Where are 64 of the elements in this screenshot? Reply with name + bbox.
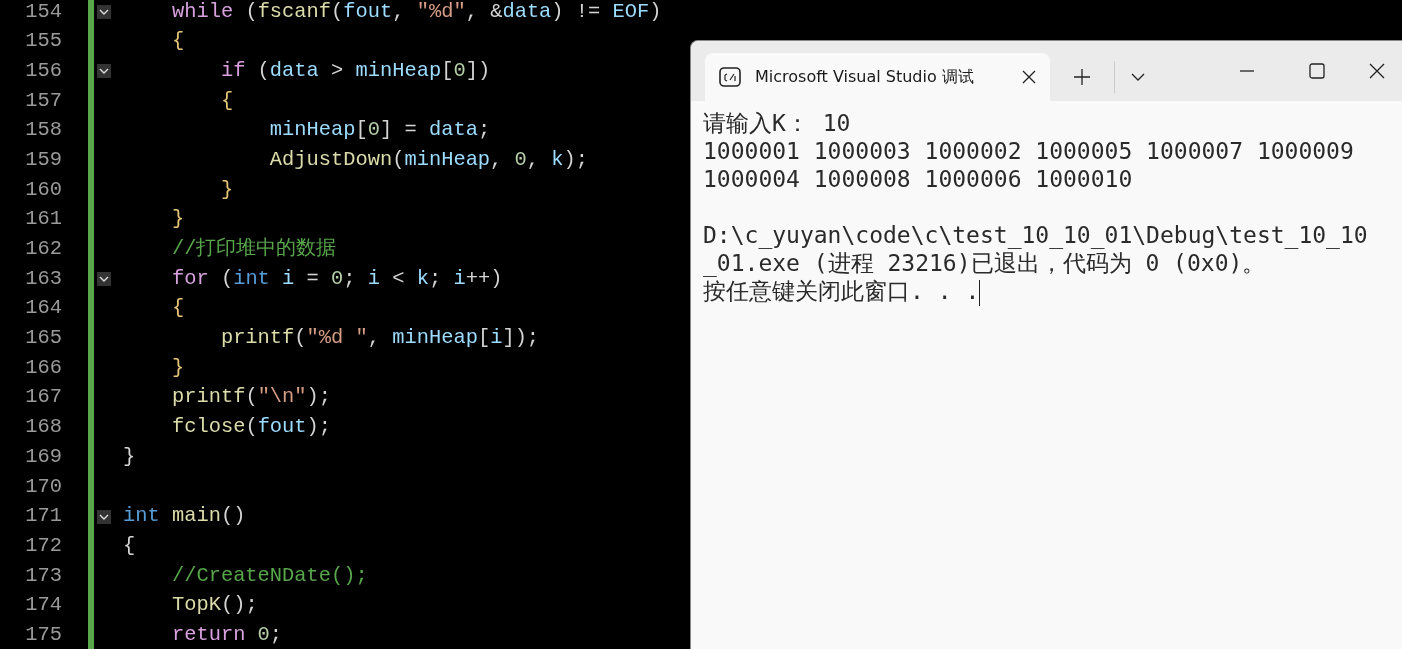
code-line: { xyxy=(170,28,185,55)
console-output-line: 1000001 1000003 1000002 1000005 1000007 1000009 xyxy=(703,138,1354,164)
line-number: 159 xyxy=(25,147,62,173)
minimize-icon xyxy=(1240,70,1254,72)
line-number: 168 xyxy=(25,414,62,441)
collapse-icon[interactable] xyxy=(97,509,111,524)
maximize-icon xyxy=(1309,63,1325,79)
line-number: 171 xyxy=(25,503,62,530)
code-line: printf("\n"); xyxy=(170,384,332,411)
code-line: if (data > minHeap[0]) xyxy=(219,57,491,84)
code-line: int main() xyxy=(123,503,246,530)
line-number: 165 xyxy=(25,325,62,352)
console-output-line: 1000004 1000008 1000006 1000010 xyxy=(703,166,1133,192)
line-number: 167 xyxy=(25,384,62,411)
line-number: 169 xyxy=(25,443,62,470)
line-number: 174 xyxy=(25,592,62,619)
line-number: 164 xyxy=(25,295,62,322)
code-line: { xyxy=(123,532,136,559)
line-number: 155 xyxy=(25,28,62,55)
code-line: } xyxy=(170,354,185,381)
line-number: 173 xyxy=(25,562,62,589)
code-line: } xyxy=(219,176,234,203)
close-icon xyxy=(1022,70,1036,84)
chevron-down-icon xyxy=(1131,73,1145,81)
code-line: { xyxy=(170,295,185,322)
line-number: 162 xyxy=(25,236,62,263)
line-number: 157 xyxy=(25,87,62,114)
code-line: while (fscanf(fout, "%d", &data) != EOF) xyxy=(170,0,662,25)
code-line: TopK(); xyxy=(170,592,258,619)
tab-title: Microsoft Visual Studio 调试 xyxy=(755,66,975,88)
console-output-line: 请输入K： 10 xyxy=(703,110,851,136)
code-line: return 0; xyxy=(170,622,283,648)
line-number: 172 xyxy=(25,532,62,559)
line-number: 161 xyxy=(25,206,62,233)
collapse-icon[interactable] xyxy=(97,64,111,79)
line-number: 170 xyxy=(25,473,62,500)
code-line: AdjustDown(minHeap, 0, k); xyxy=(268,147,589,173)
collapse-icon[interactable] xyxy=(97,4,111,19)
code-line: minHeap[0] = data; xyxy=(268,117,491,144)
terminal-icon xyxy=(719,67,741,87)
collapse-icon[interactable] xyxy=(97,272,111,287)
line-number: 154 xyxy=(25,0,62,25)
code-line: { xyxy=(219,87,234,114)
console-output-line: 按任意键关闭此窗口. . . xyxy=(703,278,980,304)
code-comment: //打印堆中的数据 xyxy=(170,236,337,263)
code-line: for (int i = 0; i < k; i++) xyxy=(170,265,503,292)
code-comment: //CreateNDate(); xyxy=(170,562,368,589)
code-line: } xyxy=(123,443,136,470)
line-number: 163 xyxy=(25,265,62,292)
line-number: 158 xyxy=(25,117,62,144)
code-line: fclose(fout); xyxy=(170,414,332,441)
line-number: 166 xyxy=(25,354,62,381)
text-cursor xyxy=(979,279,981,306)
line-number: 160 xyxy=(25,176,62,203)
plus-icon xyxy=(1074,69,1090,85)
console-tab[interactable]: Microsoft Visual Studio 调试 xyxy=(705,53,1050,101)
close-icon xyxy=(1369,63,1385,79)
line-number: 156 xyxy=(25,57,62,84)
close-tab-button[interactable] xyxy=(1022,70,1036,84)
console-output-line: _01.exe (进程 23216)已退出，代码为 0 (0x0)。 xyxy=(703,250,1266,276)
code-line: } xyxy=(170,206,185,233)
code-line: printf("%d ", minHeap[i]); xyxy=(219,325,540,352)
console-output-line: D:\c_yuyan\code\c\test_10_10_01\Debug\test_10_10 xyxy=(703,222,1368,248)
line-number: 175 xyxy=(25,622,62,648)
